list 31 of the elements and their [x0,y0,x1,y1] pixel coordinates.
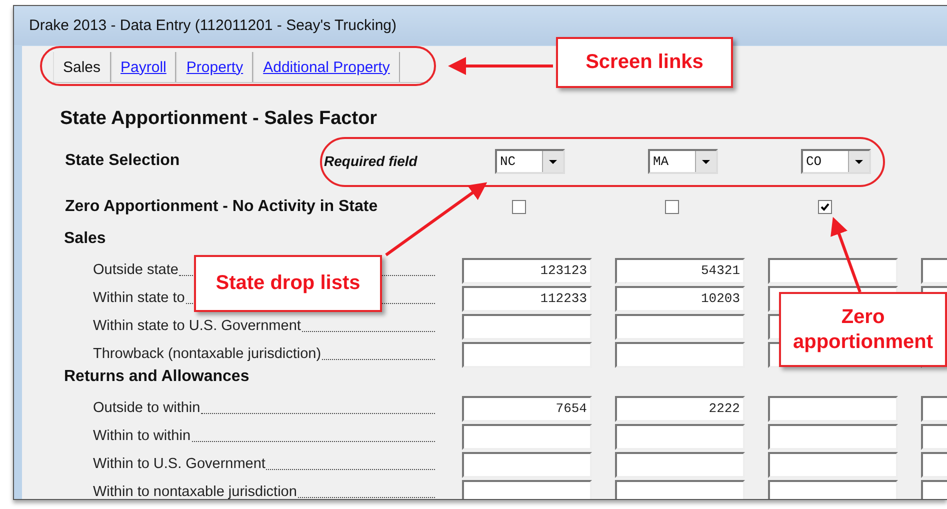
screen-tab[interactable]: Property [176,52,254,82]
row-label: Within to nontaxable jurisdiction [93,484,297,499]
row-label: Outside state [93,262,178,278]
state-dropdown[interactable]: MA [648,148,718,174]
row-label: Within state to [93,290,185,306]
row-label: Throwback (nontaxable jurisdiction) [93,346,322,362]
callout-tooltip: State drop lists [194,255,382,312]
input-field[interactable]: 112233 [462,286,592,312]
screen-tab[interactable]: Sales [53,52,111,82]
screen-tab[interactable]: Payroll [110,52,176,82]
screen-tab[interactable]: Additional Property [253,52,400,82]
callout-tooltip: Zero apportionment [779,292,947,367]
row-label: Outside to within [93,400,200,416]
row-label: Within to within [93,428,191,444]
input-field[interactable]: 7654 [462,396,592,422]
input-field[interactable]: 10203 [615,286,745,312]
form-heading: State Apportionment - Sales Factor [60,107,378,131]
section-heading: Returns and Allowances [63,368,250,387]
required-field-note: Required field [324,153,418,169]
field-label: State Selection [64,152,180,170]
state-dropdown[interactable]: NC [495,148,565,174]
input-field[interactable]: 54321 [615,258,745,284]
window-title: Drake 2013 - Data Entry (112011201 - Seay's Trucking) [14,6,947,45]
section-heading: Sales [63,230,106,249]
input-field[interactable]: 123123 [462,258,592,284]
field-label: Zero Apportionment - No Activity in State [64,198,378,216]
state-dropdown[interactable]: CO [801,148,871,174]
row-label: Within state to U.S. Government [93,318,301,334]
input-field[interactable]: 2222 [615,396,745,422]
row-label: Within to U.S. Government [93,456,266,472]
callout-tooltip: Screen links [556,37,733,88]
